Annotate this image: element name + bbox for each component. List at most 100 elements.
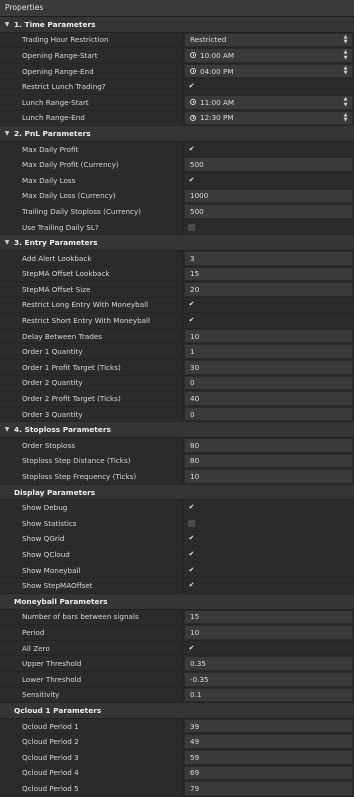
section-header[interactable]: ▼ 3. Entry Parameters: [0, 235, 354, 251]
chevron-down-icon[interactable]: ▼: [0, 426, 14, 433]
property-row: Show Moneyball ✔: [0, 562, 354, 579]
checkmark-icon[interactable]: ✔: [188, 582, 195, 589]
property-label: Order 3 Quantity: [0, 406, 183, 422]
property-label: Max Daily Profit: [0, 141, 183, 157]
property-label: Order 1 Profit Target (Ticks): [0, 360, 183, 375]
property-value: -0.35: [190, 674, 209, 684]
property-label: Use Trailing Daily SL?: [0, 219, 183, 235]
chevron-down-icon[interactable]: ▼: [0, 21, 14, 28]
checkmark-icon[interactable]: ✔: [188, 301, 195, 308]
time-input[interactable]: 10:00 AM ▲ ▼: [185, 49, 352, 62]
value-input[interactable]: 1000: [185, 189, 352, 203]
checkmark-icon[interactable]: ✔: [188, 145, 195, 153]
checkmark-icon[interactable]: ✔: [188, 83, 195, 90]
value-input[interactable]: 80: [185, 454, 352, 468]
checkmark-icon[interactable]: ✔: [188, 566, 195, 574]
value-input[interactable]: 0: [185, 407, 352, 421]
section-header[interactable]: ▼ 1. Time Parameters: [0, 17, 354, 33]
value-input[interactable]: 500: [185, 158, 352, 171]
spinner-arrows-icon[interactable]: ▲ ▼: [342, 65, 349, 77]
section-header[interactable]: ▼Moneyball Parameters: [0, 593, 354, 610]
value-input[interactable]: -0.35: [185, 672, 352, 686]
property-label: Trailing Daily Stoploss (Currency): [0, 204, 183, 219]
property-label: Show QGrid: [0, 531, 183, 547]
dropdown-select[interactable]: Restricted ▲ ▼: [185, 33, 352, 47]
section-title: Moneyball Parameters: [14, 596, 108, 606]
property-row: Qcloud Period 5 79: [0, 781, 354, 797]
property-checkbox[interactable]: ✔: [183, 79, 354, 94]
checkmark-icon[interactable]: ✔: [188, 504, 195, 511]
spinner-arrows-icon[interactable]: ▲ ▼: [342, 50, 349, 61]
section-header[interactable]: ▼ 4. Stoploss Parameters: [0, 422, 354, 439]
checkmark-icon[interactable]: ✔: [188, 535, 195, 542]
value-input[interactable]: 1: [185, 345, 352, 359]
property-checkbox[interactable]: ✔: [183, 641, 354, 656]
value-input[interactable]: 40: [185, 392, 352, 405]
value-input[interactable]: 500: [185, 205, 352, 218]
value-input[interactable]: 59: [185, 750, 352, 764]
value-input[interactable]: 10: [185, 626, 352, 639]
value-input[interactable]: 15: [185, 267, 352, 281]
property-checkbox[interactable]: ✔: [183, 173, 354, 188]
property-row: Stoploss Step Frequency (Ticks) 10: [0, 469, 354, 485]
checkmark-icon[interactable]: ✔: [188, 550, 195, 558]
section-header[interactable]: ▼ 2. PnL Parameters: [0, 126, 354, 142]
section-header[interactable]: ▼Qcloud 1 Parameters: [0, 703, 354, 719]
value-input[interactable]: 39: [185, 719, 352, 733]
value-input[interactable]: 0.1: [185, 688, 352, 702]
checkmark-icon[interactable]: ✔: [188, 644, 195, 652]
section-title: 3. Entry Parameters: [14, 238, 98, 248]
property-value: 59: [190, 752, 200, 762]
value-input[interactable]: 0: [185, 376, 352, 390]
value-input[interactable]: 15: [185, 610, 352, 624]
property-checkbox[interactable]: [183, 220, 354, 235]
section-header[interactable]: ▼Display Parameters: [0, 484, 354, 501]
value-input[interactable]: 69: [185, 766, 352, 780]
property-value: 10: [190, 331, 200, 341]
value-input[interactable]: 10: [185, 470, 352, 483]
property-value: Restricted: [190, 35, 227, 45]
spinner-arrows-icon[interactable]: ▲ ▼: [342, 96, 349, 108]
property-checkbox[interactable]: ✔: [183, 547, 354, 562]
property-checkbox[interactable]: ✔: [183, 532, 354, 547]
property-label: Max Daily Loss (Currency): [0, 188, 183, 204]
checkbox-empty-icon[interactable]: [188, 223, 195, 231]
clock-icon: [190, 114, 196, 121]
chevron-down-icon[interactable]: ▼: [0, 239, 14, 246]
checkmark-icon[interactable]: ✔: [188, 176, 195, 184]
property-label: Delay Between Trades: [0, 328, 183, 344]
property-label: Lower Threshold: [0, 671, 183, 687]
checkbox-empty-icon[interactable]: [188, 519, 195, 527]
value-input[interactable]: 79: [185, 782, 352, 795]
value-input[interactable]: 0.35: [185, 657, 352, 670]
value-input[interactable]: 3: [185, 251, 352, 265]
checkmark-icon[interactable]: ✔: [188, 317, 195, 324]
section-title: Qcloud 1 Parameters: [14, 705, 102, 715]
property-checkbox[interactable]: ✔: [183, 142, 354, 157]
chevron-down-icon[interactable]: ▼: [0, 130, 14, 137]
property-row: Show Statistics: [0, 516, 354, 532]
dropdown-arrows-icon[interactable]: ▲ ▼: [342, 34, 349, 46]
property-checkbox[interactable]: ✔: [183, 500, 354, 515]
property-row: Add Alert Lookback 3: [0, 250, 354, 267]
property-label: Qcloud Period 5: [0, 781, 183, 796]
property-row: Order 3 Quantity 0: [0, 406, 354, 423]
property-checkbox[interactable]: ✔: [183, 563, 354, 578]
time-input[interactable]: 12:30 PM ▲ ▼: [185, 111, 352, 125]
property-checkbox[interactable]: [183, 516, 354, 531]
spinner-arrows-icon[interactable]: ▲ ▼: [342, 112, 349, 124]
property-row: Use Trailing Daily SL?: [0, 219, 354, 236]
value-input[interactable]: 10: [185, 329, 352, 343]
property-checkbox[interactable]: ✔: [183, 578, 354, 593]
time-input[interactable]: 11:00 AM ▲ ▼: [185, 95, 352, 109]
value-input[interactable]: 30: [185, 361, 352, 374]
value-input[interactable]: 80: [185, 439, 352, 452]
value-input[interactable]: 49: [185, 735, 352, 748]
property-row: Trading Hour Restriction Restricted ▲ ▼: [0, 32, 354, 49]
property-checkbox[interactable]: ✔: [183, 313, 354, 328]
property-checkbox[interactable]: ✔: [183, 298, 354, 313]
time-input[interactable]: 04:00 PM ▲ ▼: [185, 64, 352, 78]
property-value: 0.1: [190, 690, 202, 700]
value-input[interactable]: 20: [185, 283, 352, 296]
property-row: Qcloud Period 4 69: [0, 765, 354, 782]
